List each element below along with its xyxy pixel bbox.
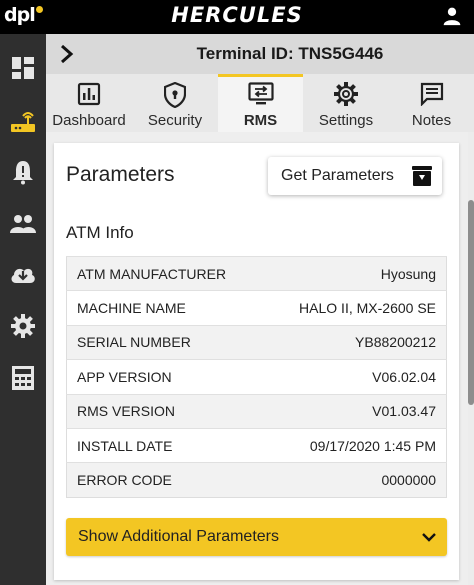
archive-download-icon bbox=[412, 166, 432, 186]
table-row: ATM MANUFACTURER Hyosung bbox=[66, 255, 447, 291]
show-additional-parameters-label: Show Additional Parameters bbox=[78, 528, 279, 545]
row-label: SERIAL NUMBER bbox=[66, 324, 264, 360]
monitor-transfer-icon bbox=[247, 82, 274, 105]
table-row: ERROR CODE 0000000 bbox=[66, 462, 447, 498]
show-additional-parameters-button[interactable]: Show Additional Parameters bbox=[66, 518, 447, 556]
cloud-download-icon bbox=[11, 268, 35, 283]
scrollbar-thumb[interactable] bbox=[468, 200, 474, 405]
row-value: V01.03.47 bbox=[263, 393, 447, 429]
sidebar-item-downloads[interactable] bbox=[0, 254, 46, 294]
table-row: APP VERSION V06.02.04 bbox=[66, 359, 447, 395]
tab-settings[interactable]: Settings bbox=[303, 74, 389, 132]
tab-security[interactable]: Security bbox=[132, 74, 218, 132]
tab-dashboard-label: Dashboard bbox=[52, 112, 126, 129]
tab-rms[interactable]: RMS bbox=[218, 74, 303, 132]
chevron-right-icon[interactable] bbox=[58, 44, 76, 64]
table-row: RMS VERSION V01.03.47 bbox=[66, 393, 447, 429]
get-parameters-button[interactable]: Get Parameters bbox=[268, 157, 442, 195]
sidebar-item-alerts[interactable] bbox=[0, 152, 46, 192]
bar-chart-icon bbox=[77, 82, 101, 106]
tab-security-label: Security bbox=[147, 112, 203, 129]
sidebar bbox=[0, 34, 46, 585]
row-value: Hyosung bbox=[263, 255, 447, 291]
tab-dashboard[interactable]: Dashboard bbox=[46, 74, 132, 132]
calculator-icon bbox=[12, 366, 34, 390]
sidebar-item-calculator[interactable] bbox=[0, 358, 46, 398]
tab-settings-label: Settings bbox=[318, 112, 374, 129]
row-value: V06.02.04 bbox=[263, 359, 447, 395]
row-label: ATM MANUFACTURER bbox=[66, 255, 264, 291]
sidebar-item-settings[interactable] bbox=[0, 306, 46, 346]
get-parameters-label: Get Parameters bbox=[281, 167, 394, 184]
tab-rms-label: RMS bbox=[243, 112, 278, 129]
row-label: INSTALL DATE bbox=[66, 427, 264, 463]
tab-notes[interactable]: Notes bbox=[389, 74, 474, 132]
tab-bar: Dashboard Security RMS Settings Notes bbox=[46, 74, 474, 132]
sidebar-item-terminals[interactable] bbox=[0, 102, 46, 142]
row-value: 0000000 bbox=[263, 462, 447, 498]
table-row: SERIAL NUMBER YB88200212 bbox=[66, 324, 447, 360]
row-value: YB88200212 bbox=[263, 324, 447, 360]
terminal-id: Terminal ID: TNS5G446 bbox=[196, 44, 384, 63]
row-label: ERROR CODE bbox=[66, 462, 264, 498]
top-bar: dpl HERCULES bbox=[0, 0, 474, 34]
tab-notes-label: Notes bbox=[411, 112, 452, 129]
parameters-title: Parameters bbox=[66, 163, 175, 186]
row-value: 09/17/2020 1:45 PM bbox=[263, 427, 447, 463]
row-value: HALO II, MX-2600 SE bbox=[263, 290, 447, 326]
shield-icon bbox=[164, 82, 186, 108]
table-row: INSTALL DATE 09/17/2020 1:45 PM bbox=[66, 427, 447, 463]
row-label: APP VERSION bbox=[66, 359, 264, 395]
people-icon bbox=[10, 215, 36, 233]
sidebar-item-users[interactable] bbox=[0, 204, 46, 244]
router-icon bbox=[11, 112, 35, 132]
chevron-down-icon bbox=[422, 533, 436, 542]
row-label: RMS VERSION bbox=[66, 393, 264, 429]
gear-icon bbox=[11, 314, 35, 338]
atm-info-title: ATM Info bbox=[66, 223, 134, 242]
gear-icon bbox=[334, 82, 358, 106]
parameters-card: Parameters Get Parameters ATM Info ATM M… bbox=[54, 143, 459, 580]
terminal-header: Terminal ID: TNS5G446 bbox=[46, 34, 474, 74]
row-label: MACHINE NAME bbox=[66, 290, 264, 326]
hercules-brand: HERCULES bbox=[171, 3, 303, 27]
notes-icon bbox=[420, 82, 443, 106]
alert-bell-icon bbox=[13, 161, 33, 185]
sidebar-item-dashboard[interactable] bbox=[0, 48, 46, 88]
atm-info-table: ATM MANUFACTURER Hyosung MACHINE NAME HA… bbox=[66, 255, 447, 498]
dashboard-grid-icon bbox=[12, 57, 34, 79]
person-icon[interactable] bbox=[442, 6, 462, 26]
table-row: MACHINE NAME HALO II, MX-2600 SE bbox=[66, 290, 447, 326]
